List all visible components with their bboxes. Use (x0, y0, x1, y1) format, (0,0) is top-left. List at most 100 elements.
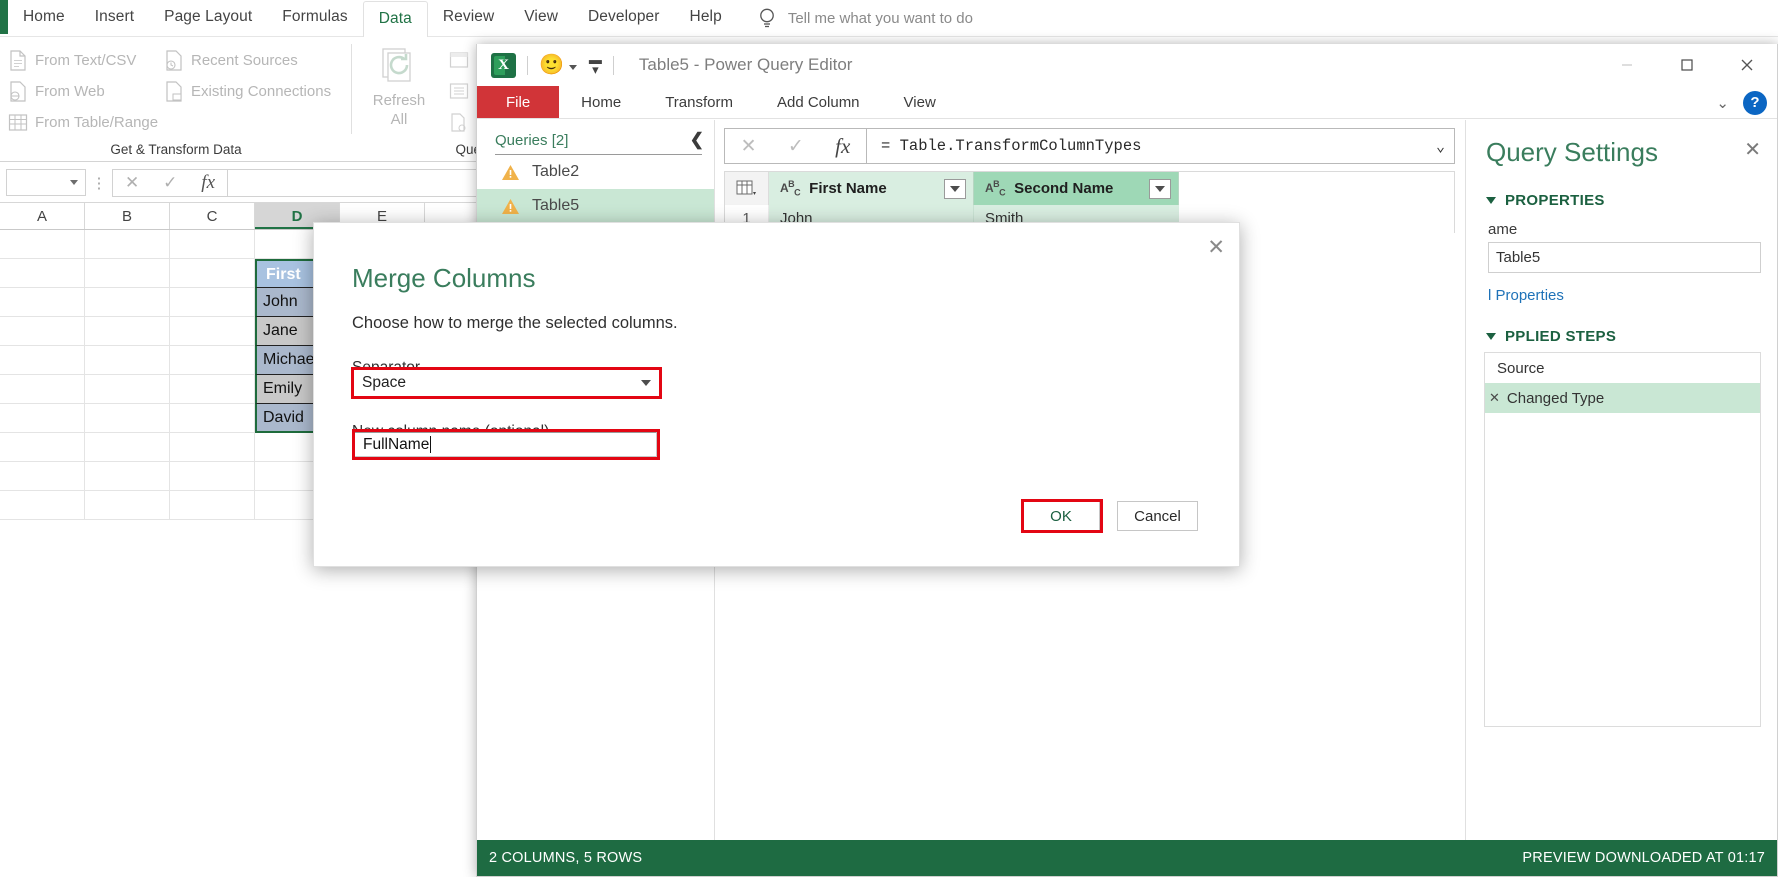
excel-tab-developer[interactable]: Developer (573, 0, 675, 36)
enter-formula-icon[interactable]: ✓ (788, 135, 804, 158)
column-header-a[interactable]: A (0, 203, 85, 229)
chevron-down-icon[interactable]: ⌄ (1436, 137, 1445, 156)
excel-tab-help[interactable]: Help (675, 0, 737, 36)
cell[interactable] (85, 491, 170, 520)
applied-steps-section-header[interactable]: PPLIED STEPS (1466, 304, 1777, 345)
cell[interactable] (0, 259, 85, 288)
existing-connections-button[interactable]: Existing Connections (160, 76, 331, 107)
cell[interactable] (0, 288, 85, 317)
pq-status-bar: 2 COLUMNS, 5 ROWS PREVIEW DOWNLOADED AT … (477, 840, 1777, 876)
column-header-c[interactable]: C (170, 203, 255, 229)
existing-connections-label: Existing Connections (191, 83, 332, 100)
excel-tab-page-layout[interactable]: Page Layout (149, 0, 267, 36)
cell[interactable] (0, 230, 85, 259)
connections-icon (164, 81, 184, 102)
excel-tab-review[interactable]: Review (428, 0, 509, 36)
applied-step-source[interactable]: Source (1485, 353, 1760, 383)
formula-bar-options-icon[interactable]: ⋮ (86, 174, 112, 192)
step-settings-icon[interactable]: ✕ (1489, 390, 1500, 406)
cancel-formula-icon[interactable]: ✕ (741, 135, 757, 158)
pq-tab-view[interactable]: View (882, 86, 958, 118)
select-all-columns-icon[interactable] (725, 172, 769, 205)
dialog-close-icon[interactable]: ✕ (1207, 235, 1225, 260)
excel-ribbon-tabs: Home Insert Page Layout Formulas Data Re… (0, 0, 1778, 38)
query-item-table2[interactable]: Table2 (477, 155, 714, 189)
cell[interactable] (85, 462, 170, 491)
from-text-csv-button[interactable]: From Text/CSV (4, 45, 158, 76)
cancel-button[interactable]: Cancel (1117, 501, 1198, 531)
excel-tab-formulas[interactable]: Formulas (267, 0, 362, 36)
pq-tab-transform[interactable]: Transform (643, 86, 755, 118)
filter-dropdown-icon[interactable] (944, 178, 966, 199)
applied-step-changed-type[interactable]: ✕ Changed Type (1485, 383, 1760, 413)
pq-formula-text: = Table.TransformColumnTypes (881, 137, 1142, 155)
cell[interactable] (170, 433, 255, 462)
from-web-button[interactable]: From Web (4, 76, 158, 107)
cell[interactable] (0, 433, 85, 462)
cell[interactable] (170, 259, 255, 288)
cell[interactable] (170, 230, 255, 259)
cell[interactable] (170, 288, 255, 317)
all-properties-link[interactable]: l Properties (1466, 273, 1777, 304)
excel-tab-data[interactable]: Data (362, 0, 428, 38)
cell[interactable] (170, 404, 255, 433)
refresh-all-button[interactable]: Refresh All (363, 43, 435, 129)
cell[interactable] (85, 375, 170, 404)
excel-tab-home[interactable]: Home (8, 0, 80, 36)
name-box[interactable] (6, 169, 86, 196)
filter-dropdown-icon[interactable] (1149, 178, 1171, 199)
cell[interactable] (0, 346, 85, 375)
cancel-formula-icon[interactable]: ✕ (125, 173, 139, 193)
cell[interactable] (0, 404, 85, 433)
maximize-button[interactable] (1657, 44, 1717, 86)
cell[interactable] (0, 375, 85, 404)
insert-step-icon[interactable]: fx (835, 134, 850, 159)
ok-highlight-box (1021, 499, 1103, 533)
cell[interactable] (85, 433, 170, 462)
query-name-input[interactable]: Table5 (1488, 242, 1761, 273)
column-header-b[interactable]: B (85, 203, 170, 229)
recent-sources-label: Recent Sources (191, 52, 298, 69)
quick-access-toolbar-icon[interactable]: ▬ ▾ (589, 53, 602, 76)
chevron-down-icon[interactable] (568, 65, 577, 70)
close-button[interactable] (1717, 44, 1777, 86)
cell[interactable] (85, 259, 170, 288)
pq-tab-home[interactable]: Home (559, 86, 643, 118)
cell[interactable] (0, 491, 85, 520)
pq-tab-file[interactable]: File (477, 86, 560, 118)
recent-sources-button[interactable]: Recent Sources (160, 45, 331, 76)
insert-function-icon[interactable]: fx (201, 172, 215, 194)
pq-column-header-second-name[interactable]: ABC Second Name (974, 172, 1179, 205)
excel-tab-view[interactable]: View (509, 0, 573, 36)
from-table-range-button[interactable]: From Table/Range (4, 107, 158, 138)
send-smile-icon[interactable]: 🙂 (539, 55, 564, 75)
cell[interactable] (0, 317, 85, 346)
cell[interactable] (0, 462, 85, 491)
refresh-all-label: All (390, 111, 408, 128)
cell[interactable] (170, 317, 255, 346)
minimize-button[interactable] (1597, 44, 1657, 86)
pq-tab-add-column[interactable]: Add Column (755, 86, 882, 118)
help-icon[interactable]: ? (1743, 90, 1767, 115)
chevron-down-icon[interactable]: ⌄ (1716, 94, 1729, 112)
close-icon[interactable]: ✕ (1744, 137, 1777, 162)
cell[interactable] (170, 375, 255, 404)
cell[interactable] (85, 288, 170, 317)
cell[interactable] (85, 317, 170, 346)
query-item-table5[interactable]: Table5 (477, 189, 714, 223)
query-item-label: Table2 (532, 163, 580, 180)
cell[interactable] (85, 346, 170, 375)
pq-formula-input[interactable]: = Table.TransformColumnTypes ⌄ (867, 128, 1455, 164)
cell[interactable] (170, 491, 255, 520)
excel-tab-insert[interactable]: Insert (80, 0, 149, 36)
cell[interactable] (85, 230, 170, 259)
properties-section-header[interactable]: PROPERTIES (1466, 168, 1777, 209)
applied-steps-label: PPLIED STEPS (1505, 328, 1617, 345)
collapse-pane-icon[interactable]: ❮ (690, 130, 704, 150)
cell[interactable] (170, 346, 255, 375)
pq-column-header-first-name[interactable]: ABC First Name (769, 172, 974, 205)
cell[interactable] (170, 462, 255, 491)
tell-me-box[interactable]: Tell me what you want to do (757, 7, 973, 29)
cell[interactable] (85, 404, 170, 433)
enter-formula-icon[interactable]: ✓ (163, 173, 177, 193)
